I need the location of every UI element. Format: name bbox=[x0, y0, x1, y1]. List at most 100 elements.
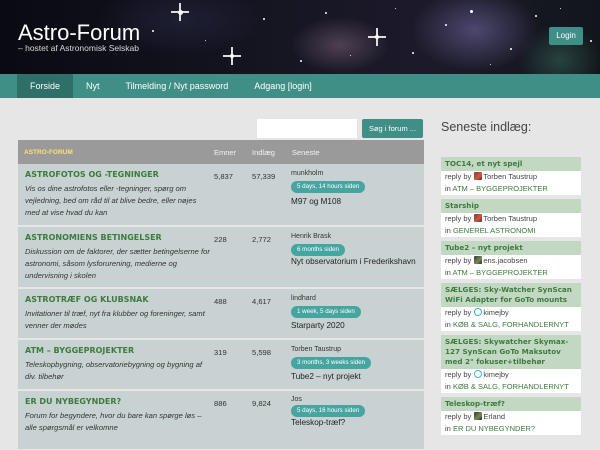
latest-user[interactable]: munkholm bbox=[291, 170, 323, 177]
nav-item-tilmelding[interactable]: Tilmelding / Nyt password bbox=[113, 74, 242, 98]
post-title-link[interactable]: SÆLGES: Skywatcher Skymax-127 SynScan Go… bbox=[441, 335, 581, 369]
latest-post-item: SÆLGES: Skywatcher Skymax-127 SynScan Go… bbox=[441, 335, 581, 393]
post-title-link[interactable]: Teleskop-træf? bbox=[441, 397, 581, 411]
reply-label: reply by bbox=[445, 214, 472, 223]
post-title-link[interactable]: Starship bbox=[441, 199, 581, 213]
category-link[interactable]: KØB & SALG, FORHANDLERNYT bbox=[453, 320, 569, 329]
latest-posts-list: TOC14, et nyt spejl reply by Torben Taus… bbox=[441, 157, 581, 439]
post-title-link[interactable]: TOC14, et nyt spejl bbox=[441, 157, 581, 171]
category-link[interactable]: ATM – BYGGEPROJEKTER bbox=[453, 184, 548, 193]
latest-post-item: TOC14, et nyt spejl reply by Torben Taus… bbox=[441, 157, 581, 195]
avatar bbox=[474, 370, 483, 378]
search-button[interactable]: Søg i forum ... bbox=[362, 119, 423, 138]
forum-description: Forum for begyndere, hvor du bare kan sp… bbox=[25, 411, 202, 432]
category-link[interactable]: GENEREL ASTRONOMI bbox=[453, 226, 536, 235]
time-badge: 5 days, 16 hours siden bbox=[291, 405, 366, 417]
reply-user[interactable]: kimejby bbox=[483, 370, 508, 379]
latest-user[interactable]: Jos bbox=[291, 396, 302, 403]
in-label: in bbox=[445, 268, 451, 277]
avatar bbox=[474, 412, 483, 420]
header-forum: ASTRO-FORUM bbox=[24, 148, 73, 156]
forum-description: Invitationer til træf, nyt fra klubber o… bbox=[25, 309, 205, 330]
forum-indlaeg: 9,824 bbox=[252, 399, 272, 408]
page: Astro-Forum – hostet af Astronomisk Sels… bbox=[0, 0, 600, 450]
site-subtitle: – hostet af Astronomisk Selskab bbox=[18, 43, 139, 53]
header-seneste: Seneste bbox=[292, 147, 320, 157]
time-badge: 3 months, 3 weeks siden bbox=[291, 357, 372, 369]
forum-table: ASTRO-FORUM Emner Indlæg Seneste ASTROFO… bbox=[18, 140, 424, 450]
latest-user[interactable]: Henrik Brask bbox=[291, 233, 331, 240]
reply-user[interactable]: ens.jacobsen bbox=[483, 256, 527, 265]
avatar bbox=[474, 214, 483, 222]
login-button[interactable]: Login bbox=[549, 27, 583, 45]
time-badge: 1 week, 5 days siden bbox=[291, 306, 361, 318]
forum-indlaeg: 4,617 bbox=[252, 297, 272, 306]
forum-emner: 5,837 bbox=[214, 172, 234, 181]
header-indlaeg: Indlæg bbox=[252, 147, 275, 157]
reply-label: reply by bbox=[445, 256, 472, 265]
latest-user[interactable]: lindhard bbox=[291, 295, 316, 302]
forum-title[interactable]: ASTROFOTOS OG -TEGNINGER bbox=[25, 170, 159, 179]
forum-indlaeg: 5,598 bbox=[252, 348, 272, 357]
forum-emner: 886 bbox=[214, 399, 227, 408]
forum-emner: 488 bbox=[214, 297, 227, 306]
reply-user[interactable]: kimejby bbox=[483, 308, 508, 317]
forum-indlaeg: 57,339 bbox=[252, 172, 276, 181]
nav-item-adgang[interactable]: Adgang [login] bbox=[241, 74, 325, 98]
forum-row[interactable]: ASTROTRÆF OG KLUBSNAK Invitationer til t… bbox=[18, 289, 424, 340]
post-title-link[interactable]: Tube2 – nyt projekt bbox=[441, 241, 581, 255]
category-link[interactable]: ATM – BYGGEPROJEKTER bbox=[453, 268, 548, 277]
in-label: in bbox=[445, 226, 451, 235]
category-link[interactable]: KØB & SALG, FORHANDLERNYT bbox=[453, 382, 569, 391]
latest-post-item: Tube2 – nyt projekt reply by ens.jacobse… bbox=[441, 241, 581, 279]
forum-title[interactable]: ATM – BYGGEPROJEKTER bbox=[25, 346, 134, 355]
forum-emner: 319 bbox=[214, 348, 227, 357]
forum-description: Diskussion om de faktorer, der sætter be… bbox=[25, 247, 210, 280]
latest-topic-link[interactable]: Nyt observatorium i Frederikshavn bbox=[291, 256, 421, 267]
sidebar-title: Seneste indlæg: bbox=[441, 120, 532, 134]
reply-label: reply by bbox=[445, 412, 472, 421]
reply-label: reply by bbox=[445, 370, 472, 379]
reply-user[interactable]: Torben Taustrup bbox=[483, 172, 537, 181]
avatar bbox=[474, 172, 483, 180]
latest-post-item: SÆLGES: Sky-Watcher SynScan WiFi Adapter… bbox=[441, 283, 581, 331]
forum-title[interactable]: ER DU NYBEGYNDER? bbox=[25, 397, 121, 406]
table-header: ASTRO-FORUM Emner Indlæg Seneste bbox=[18, 140, 424, 164]
forum-emner: 228 bbox=[214, 235, 227, 244]
latest-user[interactable]: Torben Taustrup bbox=[291, 346, 341, 353]
latest-post-item: Starship reply by Torben Taustrup in GEN… bbox=[441, 199, 581, 237]
forum-description: Teleskopbygning, observatoriebygning og … bbox=[25, 360, 203, 381]
time-badge: 6 months siden bbox=[291, 244, 345, 256]
forum-row[interactable]: ASTROFOTOS OG -TEGNINGER Vis os dine ast… bbox=[18, 164, 424, 227]
time-badge: 5 days, 14 hours siden bbox=[291, 181, 366, 193]
reply-label: reply by bbox=[445, 308, 472, 317]
reply-label: reply by bbox=[445, 172, 472, 181]
nav-item-forside[interactable]: Forside bbox=[17, 74, 74, 98]
in-label: in bbox=[445, 382, 451, 391]
in-label: in bbox=[445, 424, 451, 433]
forum-title[interactable]: ASTROTRÆF OG KLUBSNAK bbox=[25, 295, 149, 304]
forum-row[interactable]: ASTRONOMIENS BETINGELSER Diskussion om d… bbox=[18, 227, 424, 289]
post-title-link[interactable]: SÆLGES: Sky-Watcher SynScan WiFi Adapter… bbox=[441, 283, 581, 307]
latest-post-item: Teleskop-træf? reply by Erland in ER DU … bbox=[441, 397, 581, 435]
in-label: in bbox=[445, 320, 451, 329]
forum-title[interactable]: ASTRONOMIENS BETINGELSER bbox=[25, 233, 162, 242]
reply-user[interactable]: Erland bbox=[483, 412, 505, 421]
avatar bbox=[474, 256, 483, 264]
nav-item-nyt[interactable]: Nyt bbox=[73, 74, 113, 98]
latest-topic-link[interactable]: Starparty 2020 bbox=[291, 320, 421, 331]
latest-topic-link[interactable]: Teleskop-træf? bbox=[291, 417, 421, 428]
site-header: Astro-Forum – hostet af Astronomisk Sels… bbox=[0, 0, 600, 74]
header-emner: Emner bbox=[214, 147, 237, 157]
category-link[interactable]: ER DU NYBEGYNDER? bbox=[453, 424, 535, 433]
forum-description: Vis os dine astrofotos eller -tegninger,… bbox=[25, 184, 197, 217]
forum-indlaeg: 2,772 bbox=[252, 235, 272, 244]
search-input[interactable] bbox=[257, 119, 357, 138]
reply-user[interactable]: Torben Taustrup bbox=[483, 214, 537, 223]
forum-row[interactable]: ER DU NYBEGYNDER? Forum for begyndere, h… bbox=[18, 391, 424, 450]
latest-topic-link[interactable]: Tube2 – nyt projekt bbox=[291, 371, 421, 382]
avatar bbox=[474, 308, 483, 316]
forum-row[interactable]: ATM – BYGGEPROJEKTER Teleskopbygning, ob… bbox=[18, 340, 424, 391]
main-nav: Forside Nyt Tilmelding / Nyt password Ad… bbox=[0, 74, 600, 98]
latest-topic-link[interactable]: M97 og M108 bbox=[291, 196, 421, 207]
